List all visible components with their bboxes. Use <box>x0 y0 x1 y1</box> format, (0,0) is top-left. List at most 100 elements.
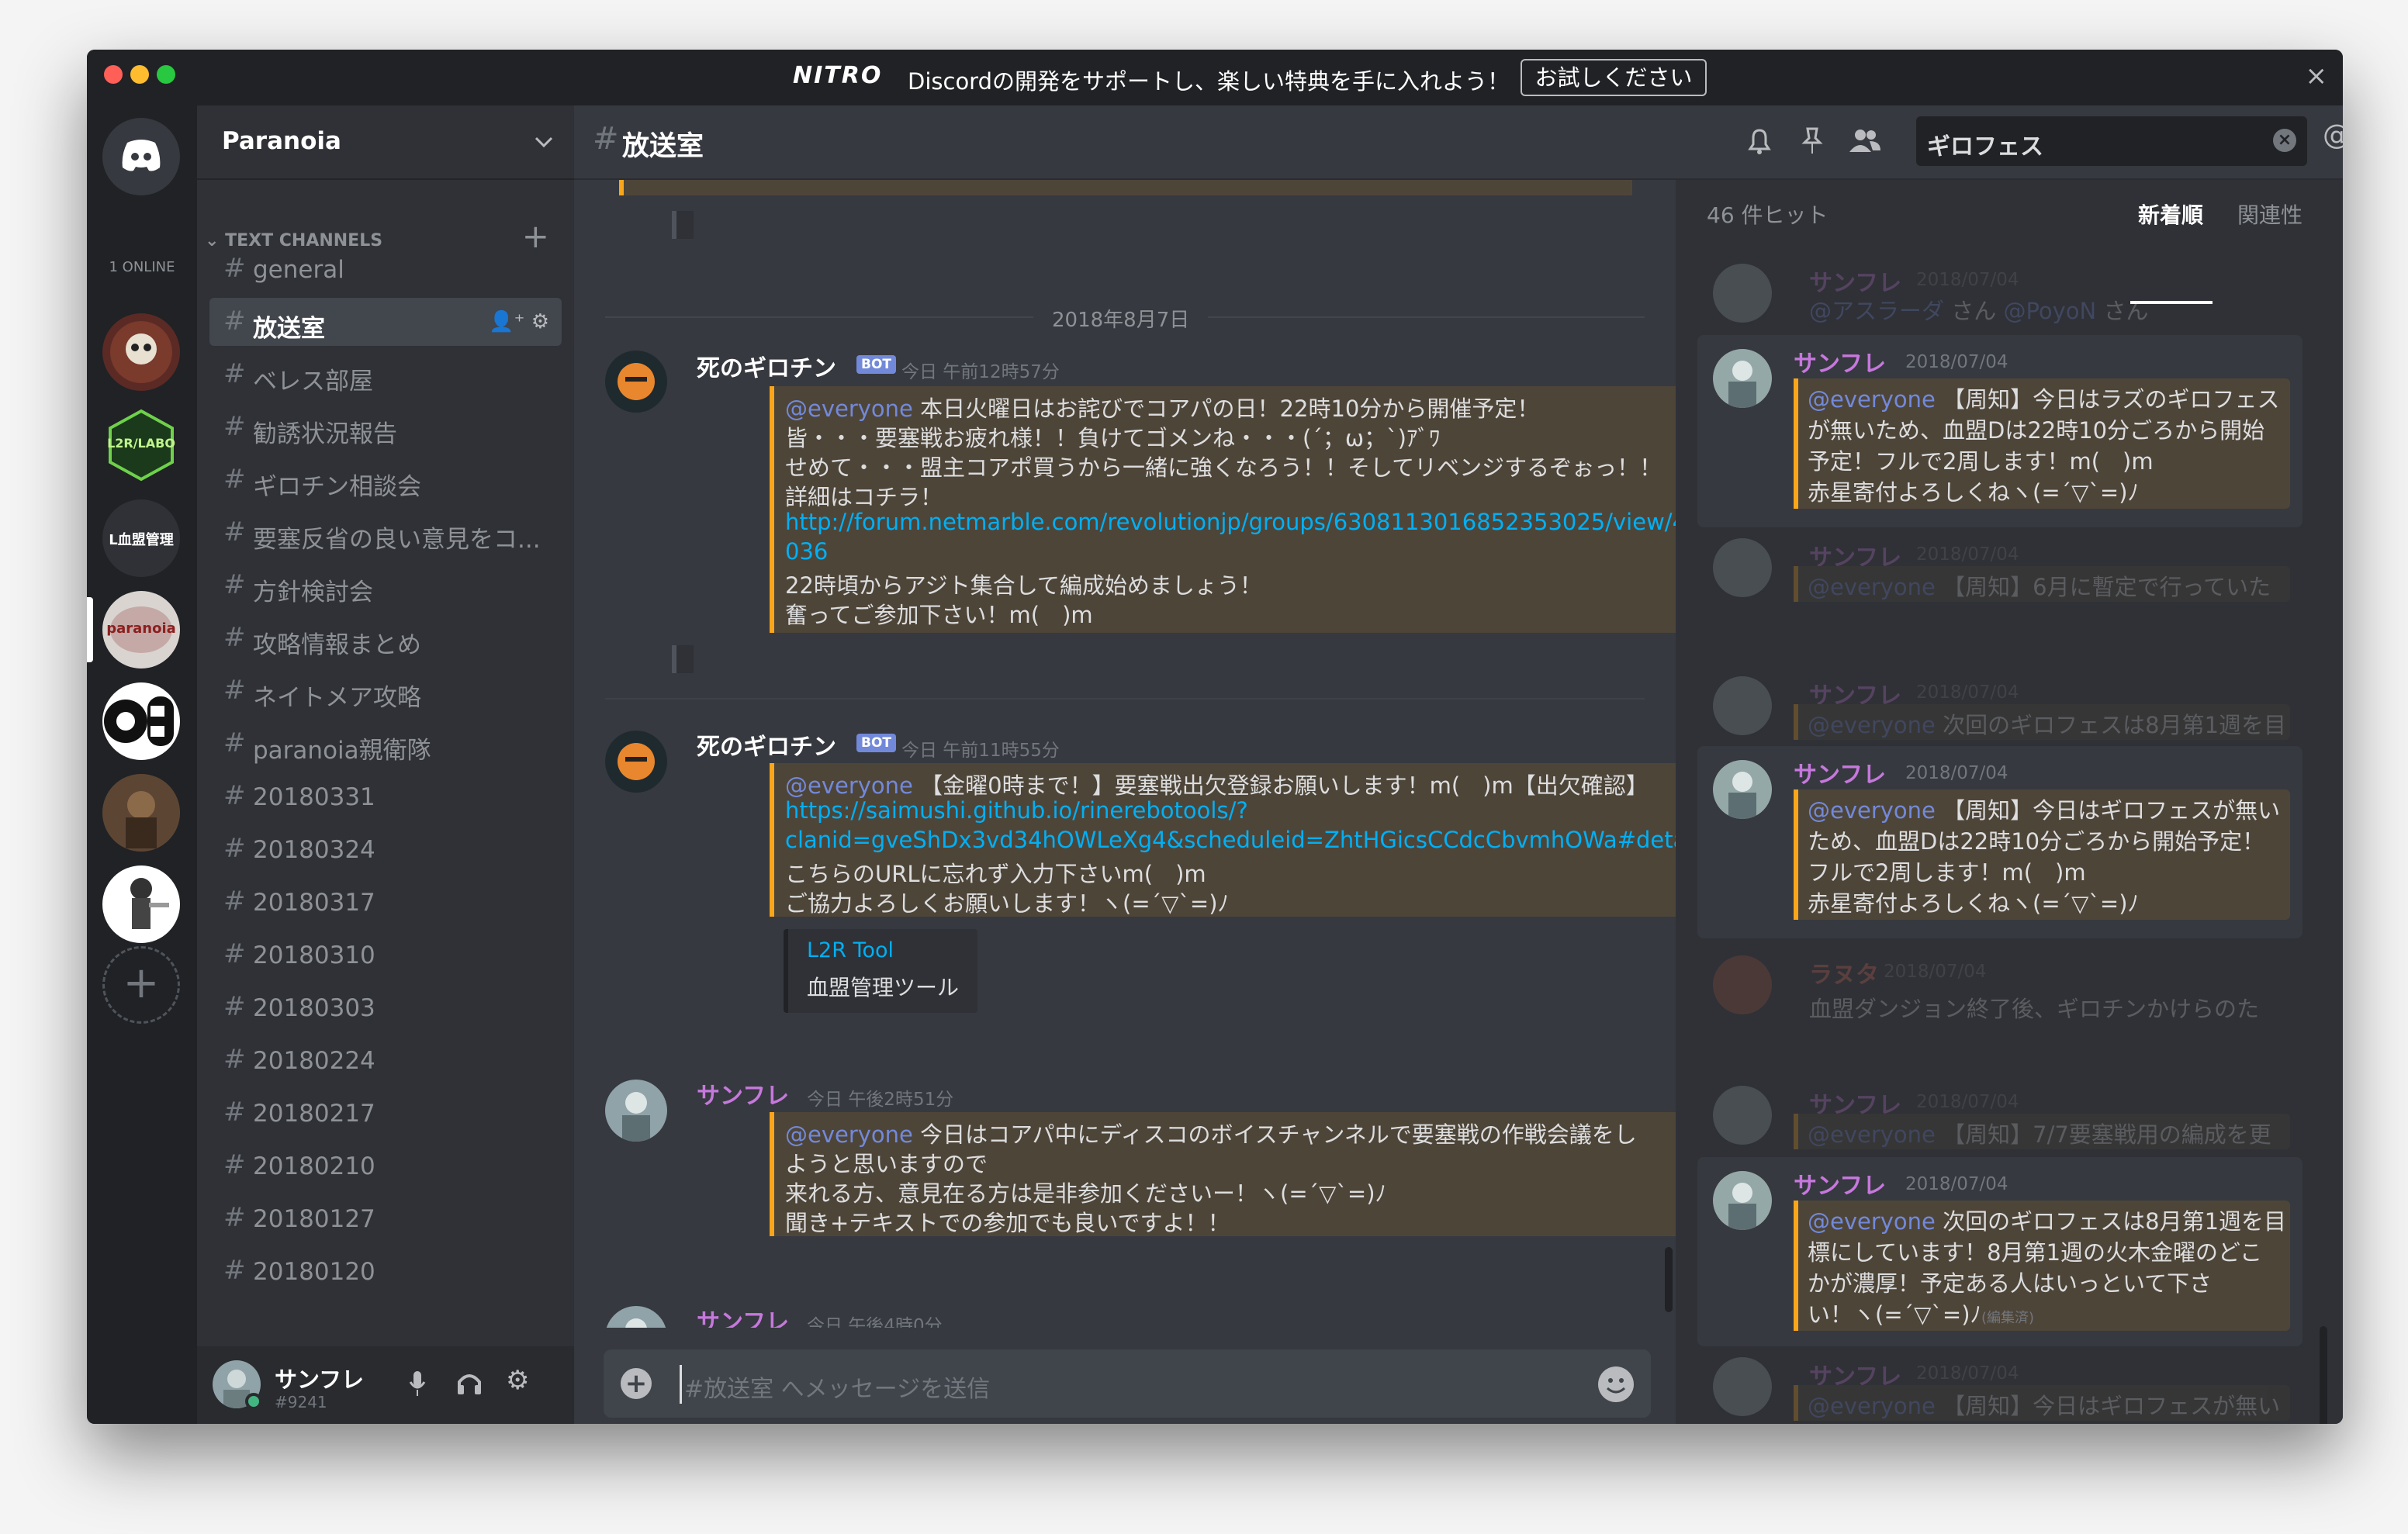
discord-home-icon[interactable] <box>102 118 180 195</box>
message-line: せめて・・・盟主コアポ買うから一緒に強くなろう！！そしてリベンジするぞぉっ！！ <box>785 454 1662 481</box>
gear-icon[interactable]: ⚙ <box>531 310 549 333</box>
server-icon-ob[interactable] <box>102 682 180 760</box>
search-result[interactable]: サンフレ 2018/07/04 @everyone 【周知】7/7要塞戦用の編成… <box>1697 1086 2302 1151</box>
channel-label: 20180210 <box>253 1152 375 1180</box>
hash-icon: # <box>223 938 246 969</box>
result-line: @アスラーダ さん @PoyoN さん <box>1809 293 2148 326</box>
server-icon-paranoia[interactable]: paranoia <box>102 591 180 669</box>
channel-20180120[interactable]: #20180120 <box>209 1247 562 1295</box>
tab-newest[interactable]: 新着順 <box>2138 199 2203 230</box>
avatar[interactable] <box>605 1080 667 1142</box>
message-input[interactable]: + #放送室 へメッセージを送信 <box>604 1349 1651 1418</box>
server-icon-knight[interactable] <box>102 865 180 943</box>
results-scrollbar[interactable] <box>2320 1326 2327 1424</box>
channel-kanyu[interactable]: # 勧誘状況報告 <box>209 403 562 451</box>
maximize-window-button[interactable] <box>157 65 175 84</box>
channel-20180303[interactable]: #20180303 <box>209 983 562 1031</box>
result-line: い！ヽ(=´▽`=)ﾉ(編集済) <box>1808 1297 2034 1329</box>
headphones-icon[interactable] <box>456 1370 483 1396</box>
text-caret <box>680 1365 682 1404</box>
server-icon-kessei[interactable]: L血盟管理 <box>102 499 180 577</box>
invite-icon[interactable]: 👤⁺ <box>489 310 524 333</box>
emoji-icon[interactable] <box>1598 1366 1634 1402</box>
server-icon-skull[interactable] <box>102 313 180 391</box>
search-result[interactable]: サンフレ 2018/07/04 @everyone 次回のギロフェスは8月第1週… <box>1697 676 2302 741</box>
channel-20180210[interactable]: #20180210 <box>209 1142 562 1190</box>
message-link[interactable]: 036 <box>785 538 828 565</box>
result-line: @everyone 次回のギロフェスは8月第1週を目 <box>1808 1204 2286 1236</box>
channel-general[interactable]: # general <box>209 245 562 293</box>
server-icon-l2r-labo[interactable]: L2R/LABO <box>102 406 180 484</box>
result-text: 【周知】6月に暫定で行っていた <box>1935 574 2271 600</box>
mention-everyone[interactable]: @everyone <box>785 396 913 422</box>
message-author[interactable]: 死のギロチン <box>697 727 836 762</box>
message-author[interactable]: サンフレ <box>697 1076 789 1111</box>
members-icon[interactable] <box>1846 126 1884 157</box>
message-text: 今日はコアパ中にディスコのボイスチャンネルで要塞戦の作戦会議をし <box>912 1121 1637 1148</box>
minimize-window-button[interactable] <box>130 65 149 84</box>
settings-gear-icon[interactable]: ⚙ <box>506 1365 529 1396</box>
mention-everyone[interactable]: @everyone <box>785 772 913 799</box>
add-server-button[interactable]: + <box>102 946 180 1024</box>
online-status-dot <box>245 1393 262 1410</box>
nitro-try-button[interactable]: お試しください <box>1521 59 1707 96</box>
result-text: 次回のギロフェスは8月第1週を目 <box>1935 1208 2287 1235</box>
search-result[interactable]: ラヌタ 2018/07/04 血盟ダンジョン終了後、ギロチンかけらのた <box>1697 955 2302 1033</box>
channel-20180127[interactable]: #20180127 <box>209 1194 562 1242</box>
close-window-button[interactable] <box>104 65 123 84</box>
chat-scrollbar[interactable] <box>1665 1247 1673 1312</box>
warrior-icon <box>102 774 180 852</box>
channel-yousai[interactable]: # 要塞反省の良い意見をコ... <box>209 509 562 557</box>
channel-kouryaku[interactable]: # 攻略情報まとめ <box>209 614 562 662</box>
bell-icon[interactable] <box>1744 126 1775 157</box>
channel-girochin[interactable]: # ギロチン相談会 <box>209 456 562 504</box>
channel-20180310[interactable]: #20180310 <box>209 931 562 979</box>
clear-search-icon[interactable]: × <box>2273 129 2296 152</box>
channel-shinei[interactable]: # paranoia親衛隊 <box>209 720 562 768</box>
channel-20180224[interactable]: #20180224 <box>209 1036 562 1084</box>
message-link[interactable]: https://saimushi.github.io/rinerebotools… <box>785 797 1248 824</box>
search-result[interactable]: サンフレ 2018/07/04 @everyone 【周知】6月に暫定で行ってい… <box>1697 538 2302 603</box>
message-line: 22時頃からアジト集合して編成始めましょう！ <box>785 572 1262 599</box>
search-input[interactable]: ギロフェス × <box>1916 116 2307 166</box>
search-result[interactable]: サンフレ 2018/07/04 @everyone 【周知】今日はラズのギロフェ… <box>1697 335 2302 527</box>
microphone-icon[interactable] <box>408 1370 427 1398</box>
channel-housoushitsu[interactable]: # 放送室 👤⁺ ⚙ <box>209 298 562 346</box>
channel-20180331[interactable]: #20180331 <box>209 772 562 821</box>
message-link[interactable]: clanid=gveShDx3vd34hOWLeXg4&scheduleid=Z… <box>785 827 1722 853</box>
result-text: 次回のギロフェスは8月第1週を目 <box>1935 712 2287 738</box>
mention-at-icon[interactable]: @ <box>2323 119 2343 151</box>
result-text: 【周知】今日はギロフェスが無い <box>1935 797 2281 824</box>
search-result[interactable]: サンフレ 2018/07/04 @everyone 【周知】今日はギロフェスが無… <box>1697 1357 2302 1422</box>
close-icon[interactable]: × <box>2306 60 2328 92</box>
search-result[interactable]: サンフレ 2018/07/04 @everyone 次回のギロフェスは8月第1週… <box>1697 1157 2302 1346</box>
avatar[interactable] <box>605 731 667 793</box>
channel-houshin[interactable]: # 方針検討会 <box>209 561 562 610</box>
message-author[interactable]: 死のギロチン <box>697 349 836 383</box>
pin-icon[interactable] <box>1797 126 1828 157</box>
hash-icon: # <box>223 517 246 548</box>
avatar[interactable] <box>605 1306 667 1328</box>
channel-nightmare[interactable]: # ネイトメア攻略 <box>209 667 562 715</box>
embed-title[interactable]: L2R Tool <box>807 938 894 962</box>
message-timestamp: 今日 午後2時51分 <box>807 1090 954 1110</box>
mention-everyone[interactable]: @everyone <box>785 1121 913 1148</box>
message-link[interactable]: http://forum.netmarble.com/revolutionjp/… <box>785 509 1722 535</box>
message-author[interactable]: サンフレ <box>697 1303 789 1328</box>
server-header[interactable]: Paranoia <box>197 105 574 180</box>
search-result[interactable]: サンフレ 2018/07/04 @アスラーダ さん @PoyoN さん <box>1697 264 2302 324</box>
search-result[interactable]: サンフレ 2018/07/04 @everyone 【周知】今日はギロフェスが無… <box>1697 746 2302 938</box>
search-query: ギロフェス <box>1927 133 2043 161</box>
avatar[interactable] <box>605 351 667 413</box>
tab-relevance[interactable]: 関連性 <box>2237 199 2302 230</box>
hash-icon: # <box>223 833 246 864</box>
channel-20180317[interactable]: #20180317 <box>209 878 562 926</box>
server-label-kessei: L血盟管理 <box>109 532 174 548</box>
channel-beres[interactable]: # ベレス部屋 <box>209 351 562 399</box>
upload-plus-icon[interactable]: + <box>621 1368 652 1399</box>
channel-20180217[interactable]: #20180217 <box>209 1089 562 1137</box>
message-line: こちらのURLに忘れず入力下さいm( )m <box>785 861 1206 887</box>
channel-20180324[interactable]: #20180324 <box>209 825 562 873</box>
server-icon-warrior[interactable] <box>102 774 180 852</box>
link-embed[interactable]: L2R Tool 血盟管理ツール <box>784 929 977 1013</box>
